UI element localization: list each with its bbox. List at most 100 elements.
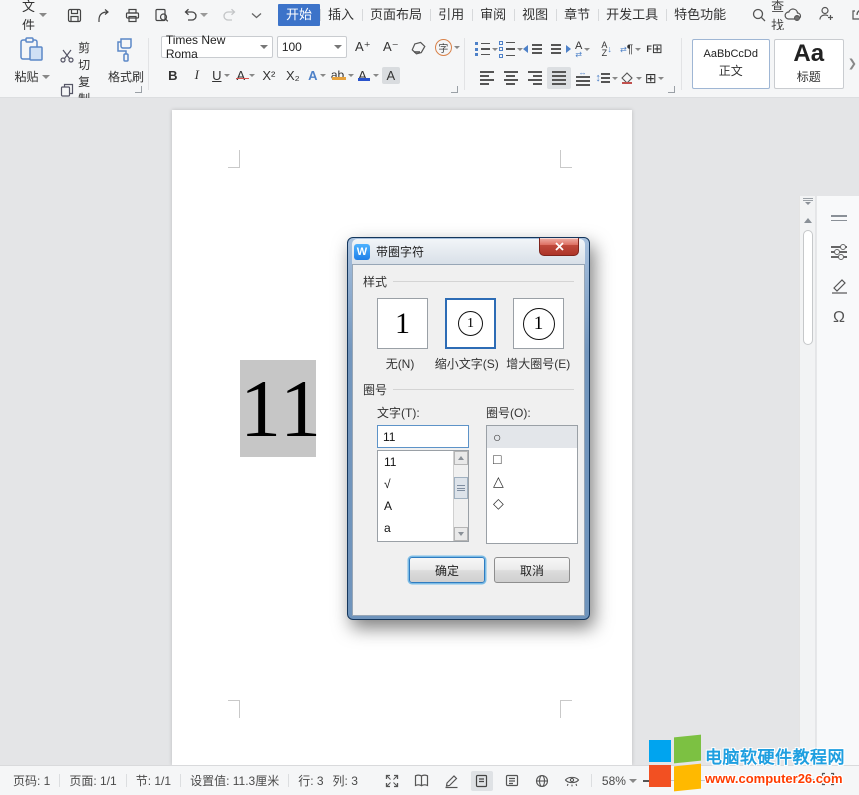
list-scroll-up-icon[interactable]	[454, 451, 468, 465]
align-left-button[interactable]	[475, 67, 499, 89]
tab-review[interactable]: 审阅	[472, 4, 514, 26]
align-right-button[interactable]	[523, 67, 547, 89]
grow-font-button[interactable]: A⁺	[351, 36, 375, 58]
toolbar-collapse-icon[interactable]	[829, 208, 849, 228]
circle-option-circle[interactable]: ○	[487, 426, 577, 448]
undo-icon[interactable]	[183, 8, 208, 22]
more-commands-icon[interactable]	[251, 12, 262, 19]
pen-annotation-icon[interactable]	[829, 276, 849, 296]
print-icon[interactable]	[125, 8, 140, 23]
style-option-shrink-text[interactable]: 1	[445, 298, 496, 349]
sort-z-glyph: Z	[602, 49, 608, 57]
list-scroll-down-icon[interactable]	[454, 527, 468, 541]
save-icon[interactable]	[67, 8, 82, 23]
properties-sliders-icon[interactable]	[829, 242, 849, 262]
file-menu-button[interactable]: 文件	[22, 0, 47, 34]
dialog-close-button[interactable]	[539, 238, 579, 256]
paste-label: 粘贴	[15, 68, 39, 85]
cut-button[interactable]: 剪切	[60, 39, 98, 73]
find-button[interactable]: 查找	[752, 0, 784, 34]
font-size-select[interactable]: 100	[277, 36, 347, 58]
decrease-indent-button[interactable]	[523, 38, 547, 60]
clear-format-button[interactable]	[407, 36, 431, 58]
web-layout-icon[interactable]	[531, 771, 553, 791]
highlight-button[interactable]: ab	[329, 64, 354, 86]
underline-button[interactable]: U	[209, 64, 233, 86]
superscript-button[interactable]: X²	[257, 64, 281, 86]
share-icon[interactable]	[850, 6, 859, 24]
style-normal[interactable]: AaBbCcDd 正文	[692, 39, 770, 89]
subscript-button[interactable]: X₂	[281, 64, 305, 86]
eye-protection-icon[interactable]	[561, 771, 583, 791]
italic-button[interactable]: I	[185, 64, 209, 86]
circle-option-square[interactable]: □	[487, 448, 577, 470]
circle-option-diamond[interactable]: ◇	[487, 492, 577, 514]
line-spacing-button[interactable]: ↕	[595, 67, 619, 89]
tab-developer[interactable]: 开发工具	[598, 4, 666, 26]
symbol-omega-icon[interactable]: Ω	[829, 308, 849, 328]
copy-icon	[60, 83, 74, 97]
invite-user-icon[interactable]	[818, 6, 834, 24]
tab-section[interactable]: 章节	[556, 4, 598, 26]
export-icon[interactable]	[96, 8, 111, 23]
cloud-sync-icon[interactable]	[784, 7, 802, 24]
ruler-toggle-icon[interactable]	[802, 198, 814, 210]
justify-button[interactable]	[547, 67, 571, 89]
fullscreen-icon[interactable]	[381, 771, 403, 791]
tab-insert[interactable]: 插入	[320, 4, 362, 26]
text-options-list[interactable]: 11 √ A a	[377, 450, 469, 542]
align-center-button[interactable]	[499, 67, 523, 89]
text-input[interactable]	[377, 425, 469, 448]
bold-button[interactable]: B	[161, 64, 185, 86]
cancel-button[interactable]: 取消	[494, 557, 570, 583]
print-preview-icon[interactable]	[154, 8, 169, 23]
side-toolbar: Ω	[816, 196, 859, 795]
font-name-select[interactable]: Times New Roma	[161, 36, 273, 58]
shrink-font-button[interactable]: A⁻	[379, 36, 403, 58]
borders-button[interactable]: ⊞	[643, 67, 667, 89]
read-mode-icon[interactable]	[411, 771, 433, 791]
tab-page-layout[interactable]: 页面布局	[362, 4, 430, 26]
paragraph-dialog-launcher[interactable]	[668, 86, 675, 93]
tab-home[interactable]: 开始	[278, 4, 320, 26]
sort-button[interactable]: AZ↓	[595, 38, 619, 60]
ok-button[interactable]: 确定	[409, 557, 485, 583]
zoom-level-button[interactable]: 58%	[602, 774, 637, 788]
text-effects-glyph: A	[308, 68, 317, 83]
circle-option-triangle[interactable]: △	[487, 470, 577, 492]
tab-view[interactable]: 视图	[514, 4, 556, 26]
scrollbar-thumb[interactable]	[803, 230, 813, 345]
char-scale-button[interactable]: A⇄	[571, 38, 595, 60]
bullet-list-button[interactable]	[475, 38, 499, 60]
selected-text[interactable]: 11	[240, 360, 316, 457]
style-heading[interactable]: Aa 标题	[774, 39, 844, 89]
highlight-glyph: ab	[329, 68, 346, 82]
style-option-enlarge-circle[interactable]: 1	[513, 298, 564, 349]
write-mode-icon[interactable]	[441, 771, 463, 791]
font-dialog-launcher[interactable]	[451, 86, 458, 93]
list-scrollbar[interactable]	[453, 451, 468, 541]
clipboard-dialog-launcher[interactable]	[135, 86, 142, 93]
text-tool-button[interactable]: F⊞	[643, 38, 667, 60]
list-scroll-thumb[interactable]	[454, 477, 468, 499]
outline-view-icon[interactable]	[501, 771, 523, 791]
paste-button[interactable]: 粘贴	[14, 37, 50, 97]
shading-button[interactable]	[619, 67, 643, 89]
increase-indent-button[interactable]	[547, 38, 571, 60]
distribute-button[interactable]: ↔	[571, 67, 595, 89]
font-color-button[interactable]: A	[354, 64, 379, 86]
scroll-up-icon[interactable]	[804, 218, 812, 223]
paragraph-mark-button[interactable]: ⇄¶	[619, 38, 643, 60]
vertical-scrollbar[interactable]	[799, 196, 815, 795]
strikethrough-button[interactable]: A	[233, 64, 257, 86]
tab-references[interactable]: 引用	[430, 4, 472, 26]
styles-more-icon[interactable]: ❯	[848, 57, 857, 70]
circled-character-button[interactable]: 字	[435, 36, 460, 58]
print-layout-icon[interactable]	[471, 771, 493, 791]
circle-options-list[interactable]: ○ □ △ ◇	[486, 425, 578, 544]
style-option-none[interactable]: 1	[377, 298, 428, 349]
char-shading-button[interactable]: A	[379, 64, 403, 86]
numbered-list-button[interactable]	[499, 38, 523, 60]
text-effects-button[interactable]: A	[305, 64, 329, 86]
tab-special-features[interactable]: 特色功能	[666, 4, 734, 26]
